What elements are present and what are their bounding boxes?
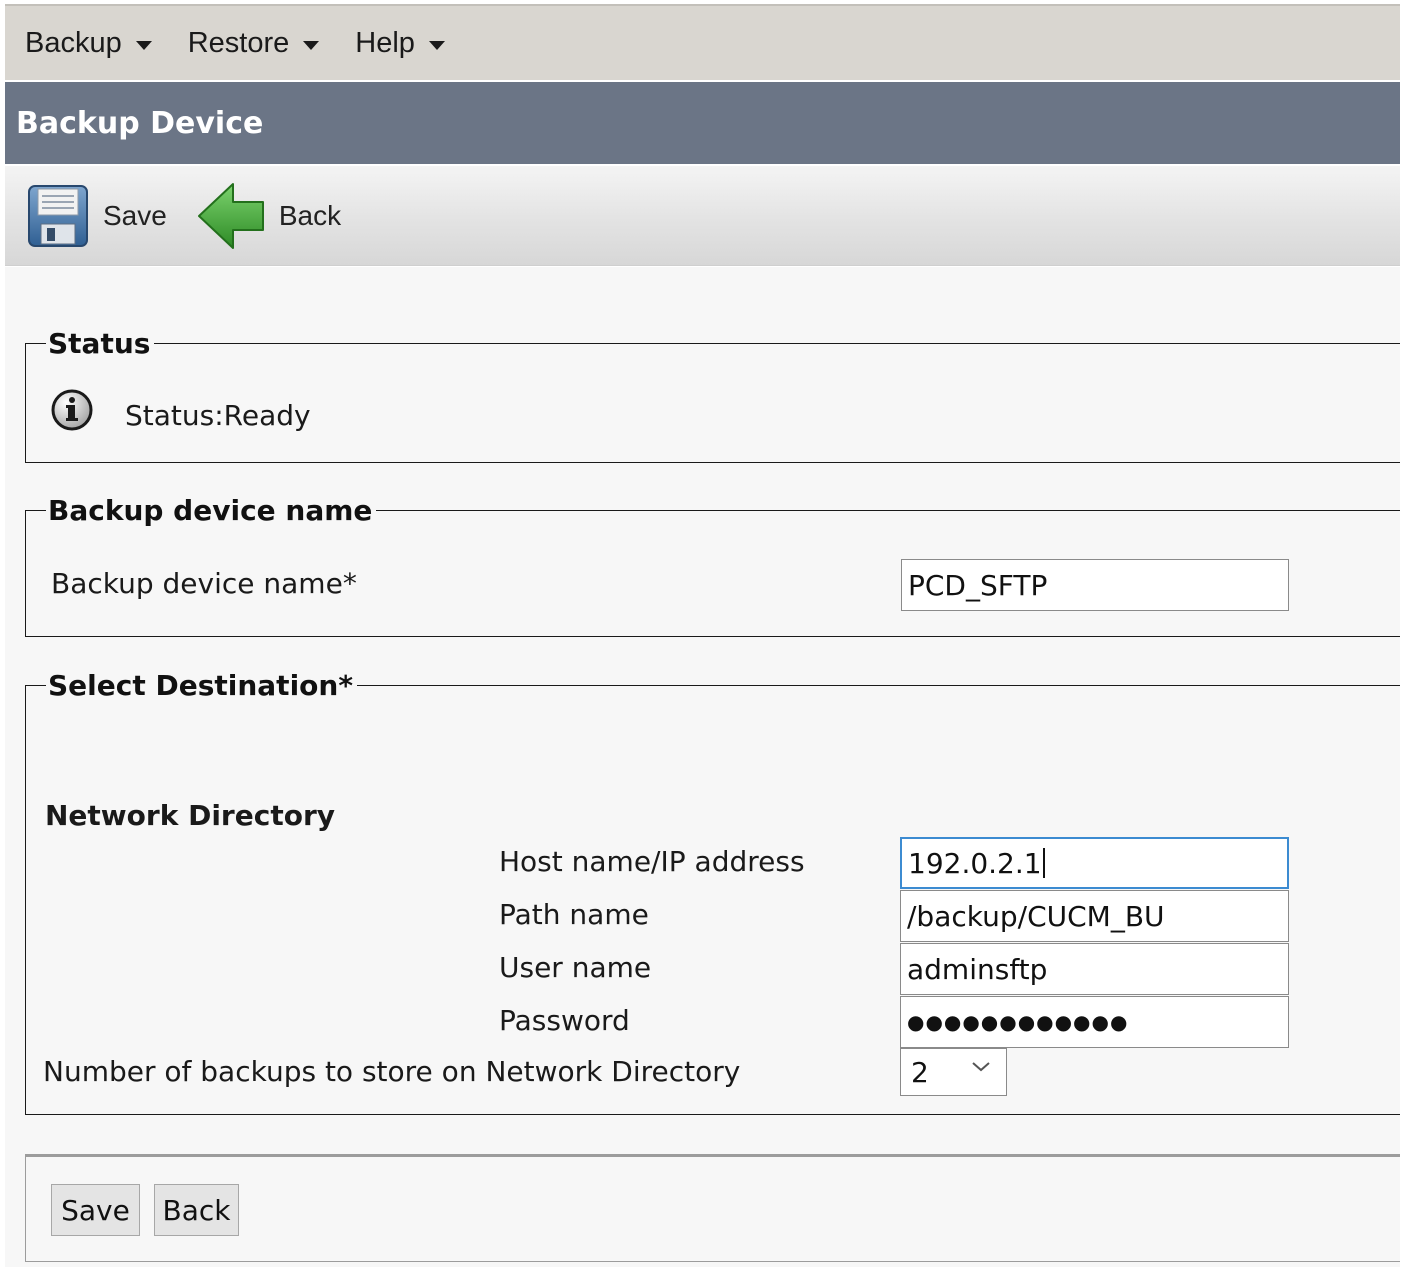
host-label: Host name/IP address (499, 845, 805, 878)
menu-help[interactable]: Help (355, 27, 445, 60)
menu-backup-label: Backup (25, 26, 122, 59)
info-icon (51, 389, 93, 431)
device-name-legend: Backup device name (48, 494, 373, 527)
menu-backup[interactable]: Backup (25, 27, 152, 60)
path-value: /backup/CUCM_BU (907, 899, 1165, 933)
status-legend: Status (48, 327, 151, 360)
toolbar: Save Back (5, 166, 1400, 266)
path-label: Path name (499, 898, 649, 931)
toolbar-back-label: Back (278, 199, 342, 231)
user-input[interactable]: adminsftp (900, 943, 1289, 995)
network-directory-heading: Network Directory (45, 799, 336, 832)
page-title: Backup Device (16, 105, 264, 141)
device-name-input[interactable]: PCD_SFTP (901, 559, 1289, 611)
chevron-down-icon (972, 1062, 990, 1072)
path-input[interactable]: /backup/CUCM_BU (900, 890, 1289, 942)
menu-bar: Backup Restore Help (5, 4, 1400, 80)
backup-count-value: 2 (911, 1055, 929, 1089)
password-label: Password (499, 1004, 630, 1037)
backup-device-page: Backup Restore Help Backup Device Save B… (0, 0, 1404, 1267)
save-icon (28, 184, 88, 247)
back-arrow-icon (197, 182, 264, 249)
backup-count-select[interactable]: 2 (900, 1048, 1007, 1096)
host-value: 192.0.2.1 (908, 846, 1042, 880)
user-label: User name (499, 951, 652, 984)
text-cursor (1042, 848, 1045, 878)
page-title-bar: Backup Device (5, 82, 1400, 164)
toolbar-save-button[interactable]: Save (27, 184, 167, 248)
content-area: Status Status:Ready Backup device name B… (5, 267, 1400, 1267)
status-text: Status:Ready (125, 399, 311, 432)
select-destination-legend: Select Destination* (48, 669, 353, 702)
toolbar-back-button[interactable]: Back (197, 182, 341, 250)
host-input[interactable]: 192.0.2.1 (900, 837, 1289, 889)
toolbar-save-label: Save (103, 199, 167, 231)
device-name-label: Backup device name* (51, 567, 357, 600)
back-button[interactable]: Back (154, 1184, 239, 1236)
menu-help-label: Help (355, 26, 415, 59)
status-group: Status (25, 327, 1400, 463)
backup-count-label: Number of backups to store on Network Di… (43, 1055, 741, 1088)
user-value: adminsftp (907, 952, 1048, 986)
save-button-label: Save (61, 1193, 130, 1227)
password-input[interactable]: ●●●●●●●●●●●● (900, 996, 1289, 1048)
caret-down-icon (303, 40, 320, 50)
password-value: ●●●●●●●●●●●● (907, 1010, 1129, 1034)
caret-down-icon (428, 40, 445, 50)
back-button-label: Back (162, 1193, 231, 1227)
caret-down-icon (135, 40, 152, 50)
save-button[interactable]: Save (51, 1184, 140, 1236)
menu-restore[interactable]: Restore (188, 27, 320, 60)
device-name-value: PCD_SFTP (908, 568, 1048, 602)
menu-restore-label: Restore (187, 26, 290, 59)
